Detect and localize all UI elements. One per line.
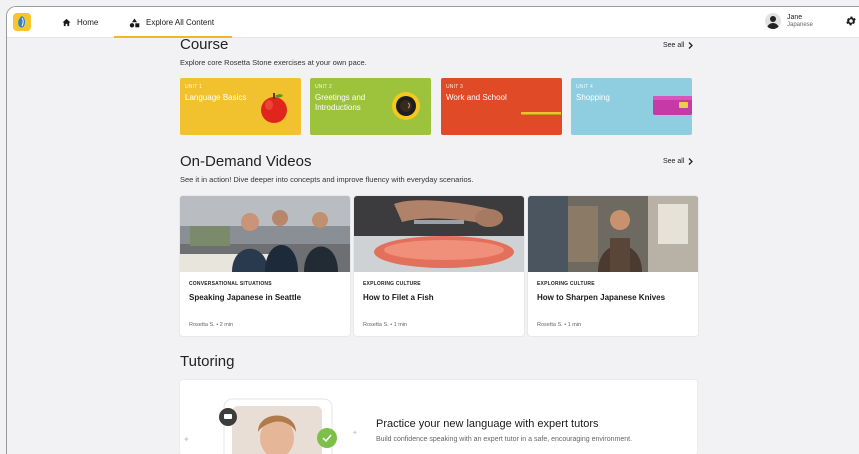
video-card[interactable]: CONVERSATIONAL SITUATIONS Speaking Japan… <box>180 196 350 336</box>
tutoring-card[interactable]: ✦ ✦ Practice your new language with expe… <box>180 380 697 454</box>
video-category: CONVERSATIONAL SITUATIONS <box>189 281 272 287</box>
pencil-icon <box>521 112 561 115</box>
unit-title: Shopping <box>576 93 610 102</box>
app-window: Home Explore All Content Jane Japanese C… <box>6 6 859 454</box>
video-meta: Rosetta S. • 1 min <box>363 322 408 328</box>
nav-home-label: Home <box>77 18 99 27</box>
videos-section-subtitle: See it in action! Dive deeper into conce… <box>180 175 474 184</box>
unit-title: Language Basics <box>185 93 247 102</box>
home-icon <box>62 18 71 27</box>
nav-explore-all-content[interactable]: Explore All Content <box>129 7 214 38</box>
chevron-right-icon <box>688 42 694 49</box>
chevron-right-icon <box>688 158 694 165</box>
user-name: Jane <box>787 13 803 21</box>
tutoring-card-subtitle: Build confidence speaking with an expert… <box>376 436 633 443</box>
avatar <box>765 13 781 29</box>
svg-text:✦: ✦ <box>183 435 190 444</box>
unit-card-3[interactable]: UNIT 3 Work and School <box>441 78 562 135</box>
rosetta-logo-icon[interactable] <box>13 13 31 31</box>
unit-number: UNIT 3 <box>446 84 463 90</box>
user-language: Japanese <box>787 21 814 28</box>
nav-home[interactable]: Home <box>62 7 98 38</box>
video-thumbnail <box>180 196 350 272</box>
video-category: EXPLORING CULTURE <box>363 281 421 287</box>
video-title: Speaking Japanese in Seattle <box>189 293 302 302</box>
unit-title: Greetings and Introductions <box>315 93 366 112</box>
wallet-icon <box>653 96 692 115</box>
videos-section-title: On-Demand Videos <box>180 153 312 170</box>
video-meta: Rosetta S. • 1 min <box>537 322 582 328</box>
video-thumbnail <box>528 196 698 272</box>
tutoring-card-title: Practice your new language with expert t… <box>376 418 599 430</box>
unit-number: UNIT 2 <box>315 84 332 90</box>
video-category: EXPLORING CULTURE <box>537 281 595 287</box>
video-card[interactable]: EXPLORING CULTURE How to Filet a Fish Ro… <box>354 196 524 336</box>
apple-icon <box>261 93 287 123</box>
video-title: How to Filet a Fish <box>363 293 434 302</box>
see-all-label: See all <box>663 158 685 165</box>
course-see-all-link[interactable]: See all <box>663 42 694 49</box>
video-meta: Rosetta S. • 2 min <box>189 322 234 328</box>
unit-number: UNIT 4 <box>576 84 593 90</box>
user-menu[interactable]: Jane Japanese <box>765 13 813 29</box>
unit-card-4[interactable]: UNIT 4 Shopping <box>571 78 692 135</box>
course-section-subtitle: Explore core Rosetta Stone exercises at … <box>180 58 367 67</box>
gear-icon[interactable] <box>845 15 857 27</box>
see-all-label: See all <box>663 42 685 49</box>
nav-explore-label: Explore All Content <box>146 18 215 27</box>
video-card[interactable]: EXPLORING CULTURE How to Sharpen Japanes… <box>528 196 698 336</box>
unit-number: UNIT 1 <box>185 84 202 90</box>
unit-title: Work and School <box>446 93 507 102</box>
top-nav: Home Explore All Content Jane Japanese <box>7 7 859 38</box>
videos-see-all-link[interactable]: See all <box>663 158 694 165</box>
video-title: How to Sharpen Japanese Knives <box>537 293 666 302</box>
coffee-cup-icon <box>392 92 420 120</box>
tutor-illustration: ✦ ✦ <box>183 398 358 454</box>
unit-card-2[interactable]: UNIT 2 Greetings and Introductions <box>310 78 431 135</box>
video-thumbnail <box>354 196 524 272</box>
shapes-icon <box>129 18 140 27</box>
unit-card-1[interactable]: UNIT 1 Language Basics <box>180 78 301 135</box>
tutoring-section-title: Tutoring <box>180 353 235 370</box>
svg-text:✦: ✦ <box>352 429 358 437</box>
course-section-title: Course <box>180 36 229 53</box>
